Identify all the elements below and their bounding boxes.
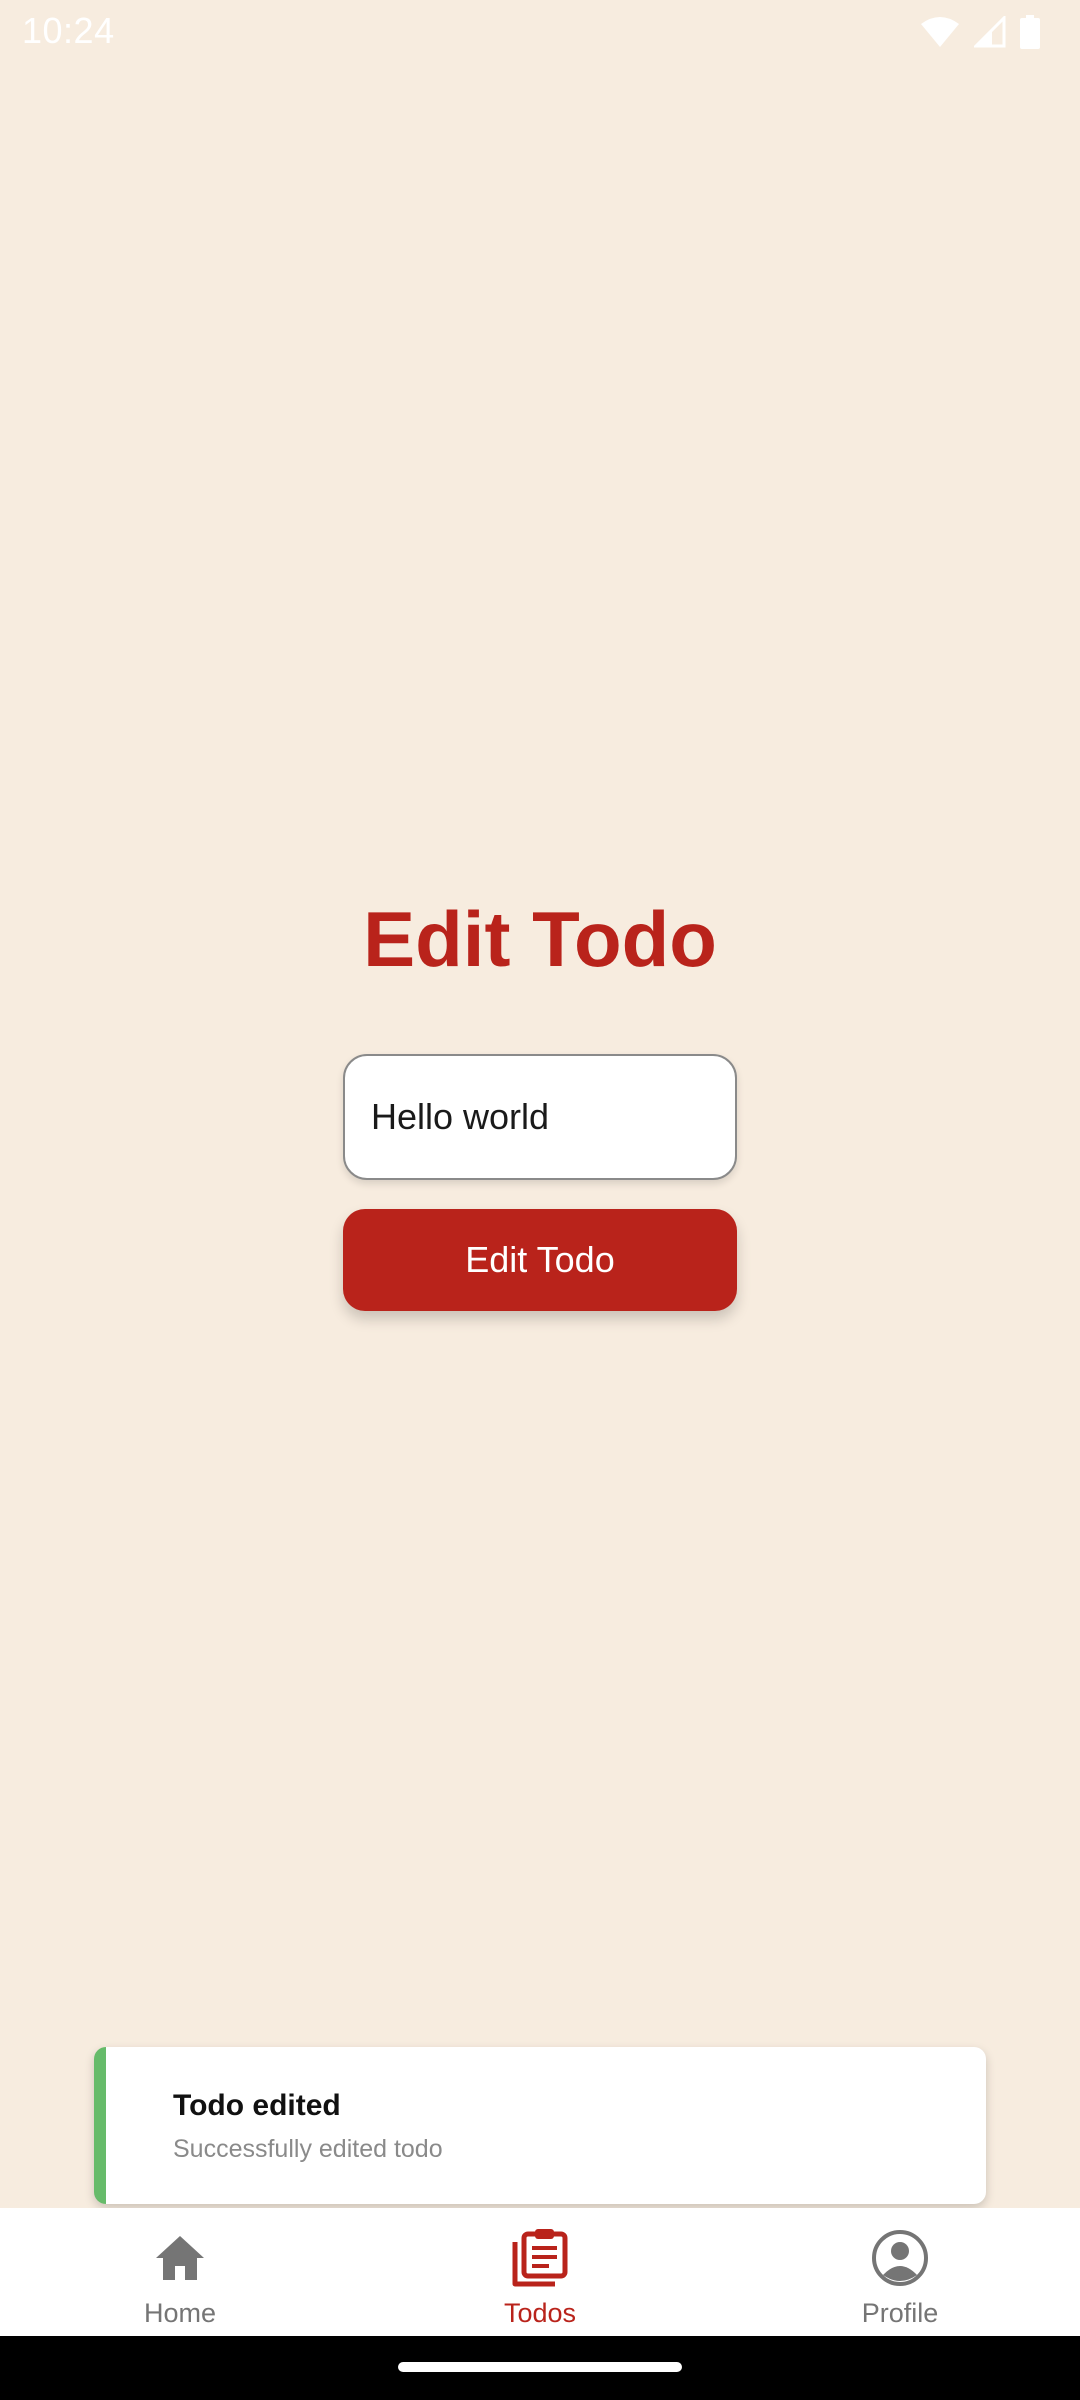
toast-title: Todo edited xyxy=(173,2089,341,2122)
edit-todo-button[interactable]: Edit Todo xyxy=(343,1209,737,1311)
nav-item-profile[interactable]: Profile xyxy=(720,2208,1080,2336)
nav-item-home[interactable]: Home xyxy=(0,2208,360,2336)
status-bar: 10:24 xyxy=(0,0,1080,64)
nav-label-profile: Profile xyxy=(861,2298,939,2328)
gesture-handle[interactable] xyxy=(398,2362,682,2372)
battery-icon xyxy=(1020,15,1040,49)
system-navigation-bar xyxy=(0,2336,1080,2400)
nav-label-todos: Todos xyxy=(503,2298,577,2328)
wifi-icon xyxy=(921,17,959,47)
clipboard-icon xyxy=(511,2226,569,2290)
toast-message: Successfully edited todo xyxy=(173,2135,443,2163)
nav-label-home: Home xyxy=(143,2298,217,2328)
success-toast[interactable]: Todo edited Successfully edited todo xyxy=(94,2047,986,2204)
todo-text-input[interactable] xyxy=(343,1054,737,1180)
bottom-navigation: Home Todos Profile xyxy=(0,2208,1080,2336)
cellular-signal-icon xyxy=(974,16,1006,48)
status-time: 10:24 xyxy=(22,10,115,51)
user-circle-icon xyxy=(871,2226,929,2290)
status-icons xyxy=(920,14,1040,50)
page-title: Edit Todo xyxy=(363,895,717,983)
nav-item-todos[interactable]: Todos xyxy=(360,2208,720,2336)
home-icon xyxy=(154,2226,206,2290)
